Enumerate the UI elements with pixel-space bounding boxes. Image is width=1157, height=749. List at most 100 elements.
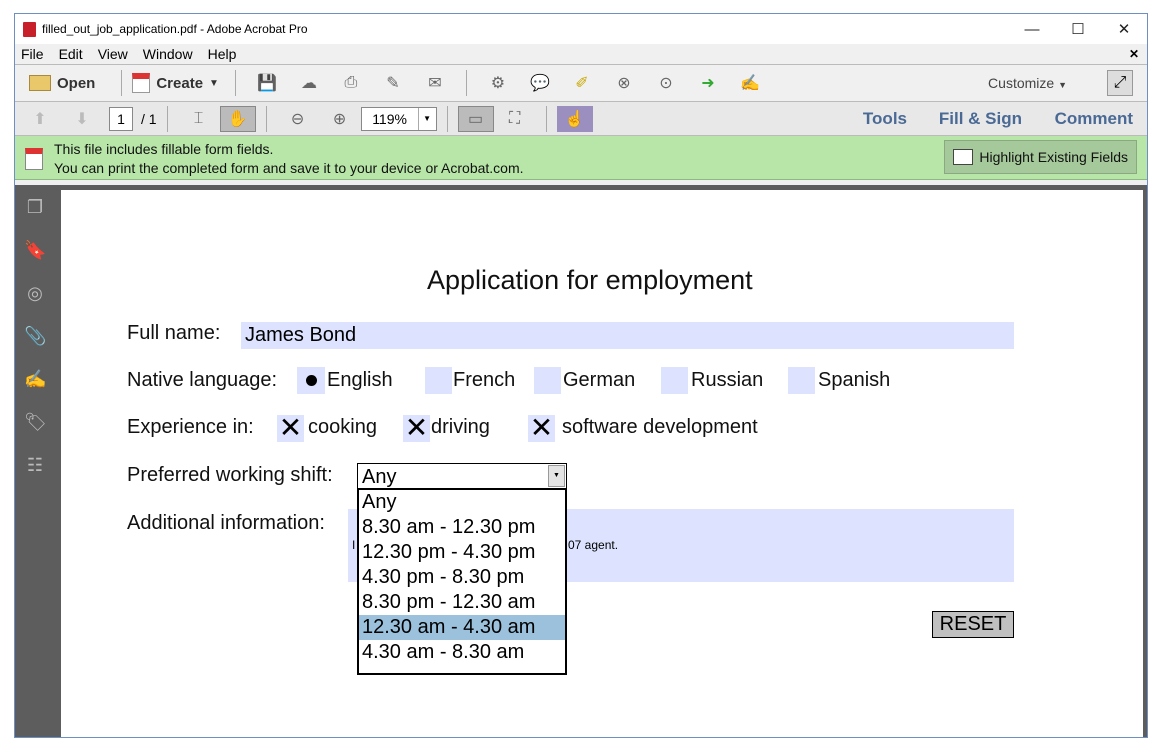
divider (446, 105, 448, 132)
form-title: Application for employment (427, 265, 753, 295)
form-notice-bar: This file includes fillable form fields.… (15, 136, 1147, 180)
previous-page-icon[interactable]: ⬆ (29, 109, 51, 129)
radio-russian[interactable] (661, 367, 688, 394)
print-icon[interactable]: ⎙ (340, 73, 362, 93)
comment-tab[interactable]: Comment (1055, 109, 1133, 129)
divider (265, 105, 267, 132)
experience-label-software: software development (562, 416, 758, 438)
shift-option[interactable]: 8.30 pm - 12.30 am (359, 590, 565, 615)
highlight-icon[interactable]: ✐ (571, 73, 593, 93)
tags-icon[interactable]: 🏷 (24, 412, 47, 434)
delete-page-icon[interactable]: ⊗ (613, 73, 635, 93)
radio-selected-dot (306, 375, 317, 386)
divider (545, 105, 547, 132)
fit-page-icon[interactable]: ⛶ (504, 109, 526, 129)
menu-view[interactable]: View (98, 46, 128, 62)
zoom-in-icon[interactable]: ⊕ (329, 109, 351, 129)
chevron-down-icon[interactable]: ▼ (417, 107, 436, 130)
window-title: filled_out_job_application.pdf - Adobe A… (42, 22, 308, 36)
experience-label: Experience in: (127, 416, 254, 438)
page-number-input[interactable]: 1 (109, 106, 133, 131)
language-label-german: German (563, 369, 636, 391)
language-label-russian: Russian (691, 369, 764, 391)
highlight-fields-button[interactable]: Highlight Existing Fields (944, 140, 1137, 174)
attachments-icon[interactable]: 📎 (24, 326, 46, 348)
tools-tab[interactable]: Tools (863, 109, 907, 129)
divider (121, 70, 123, 96)
create-button[interactable]: Create ▼ (132, 73, 219, 93)
attach-icon[interactable]: ⊙ (655, 73, 677, 93)
highlight-fields-icon (953, 149, 974, 165)
experience-label-driving: driving (431, 416, 490, 438)
radio-german[interactable] (534, 367, 561, 394)
shift-label: Preferred working shift: (127, 464, 333, 486)
shift-option[interactable]: 12.30 pm - 4.30 pm (359, 540, 565, 565)
radio-french[interactable] (425, 367, 452, 394)
create-pdf-icon (132, 73, 151, 93)
checkbox-software-development[interactable]: ✕ (528, 414, 555, 442)
menu-window[interactable]: Window (143, 46, 193, 62)
language-label-english: English (327, 369, 393, 391)
next-page-icon[interactable]: ⬇ (71, 109, 93, 129)
shift-option-highlighted[interactable]: 12.30 am - 4.30 am (359, 615, 565, 640)
shift-select[interactable]: Any ▼ (357, 463, 567, 490)
pdf-icon (23, 21, 36, 37)
reset-button[interactable]: RESET (932, 611, 1014, 638)
customize-dropdown[interactable]: Customize ▼ (988, 75, 1067, 91)
maximize-button[interactable]: ☐ (1055, 14, 1101, 44)
export-icon[interactable]: ➜ (697, 73, 719, 93)
navigation-pane: ❐ 🔖 ◎ 📎 ✍ 🏷 ☷ (15, 185, 55, 737)
signatures-icon[interactable]: ✍ (24, 369, 46, 391)
folder-icon (29, 75, 51, 91)
edit-document-icon[interactable]: ✎ (382, 73, 404, 93)
open-button[interactable]: Open (29, 75, 95, 92)
shift-option[interactable]: 8.30 am - 12.30 pm (359, 515, 565, 540)
minimize-button[interactable]: — (1009, 14, 1055, 44)
radio-spanish[interactable] (788, 367, 815, 394)
save-icon[interactable]: 💾 (256, 73, 278, 93)
menu-file[interactable]: File (21, 46, 44, 62)
full-name-field[interactable]: James Bond (241, 322, 1014, 349)
menu-bar: File Edit View Window Help ✕ (15, 44, 1147, 64)
content-icon[interactable]: ☷ (24, 455, 46, 477)
bookmarks-icon[interactable]: 🔖 (24, 240, 46, 262)
checkbox-driving[interactable]: ✕ (403, 414, 430, 442)
fill-sign-tab[interactable]: Fill & Sign (939, 109, 1022, 129)
shift-option[interactable]: Any (359, 490, 565, 515)
language-label-french: French (453, 369, 516, 391)
navigation-toolbar: ⬆ ⬇ 1 / 1 ⌶ ✋ ⊖ ⊕ 119% ▼ ▭ ⛶ ☝ Tools Fill… (15, 102, 1147, 136)
radio-english[interactable] (297, 367, 325, 394)
layers-icon[interactable]: ◎ (24, 283, 46, 305)
sign-icon[interactable]: ✍ (739, 73, 761, 93)
checkbox-cooking[interactable]: ✕ (277, 414, 304, 442)
expand-icon[interactable]: ⤢ (1107, 70, 1133, 96)
touch-mode-icon[interactable]: ☝ (556, 105, 593, 132)
page-total: / 1 (141, 110, 157, 127)
hand-tool-icon[interactable]: ✋ (219, 105, 256, 132)
zoom-select[interactable]: 119% ▼ (360, 106, 437, 131)
shift-option[interactable]: 4.30 am - 8.30 am (359, 640, 565, 665)
zoom-out-icon[interactable]: ⊖ (287, 109, 309, 129)
shift-dropdown-list: Any 8.30 am - 12.30 pm 12.30 pm - 4.30 p… (357, 488, 567, 675)
title-bar: filled_out_job_application.pdf - Adobe A… (15, 14, 1147, 44)
chevron-down-icon[interactable]: ▼ (548, 465, 565, 487)
experience-label-cooking: cooking (308, 416, 377, 438)
menu-help[interactable]: Help (208, 46, 237, 62)
settings-icon[interactable]: ⚙ (487, 73, 509, 93)
menu-edit[interactable]: Edit (59, 46, 83, 62)
cloud-upload-icon[interactable]: ☁ (298, 73, 320, 93)
select-tool-icon[interactable]: ⌶ (188, 109, 210, 129)
close-document-icon[interactable]: ✕ (1129, 47, 1139, 61)
pages-icon[interactable]: ❐ (24, 197, 46, 219)
comment-icon[interactable]: 💬 (529, 73, 551, 93)
fit-width-icon[interactable]: ▭ (457, 105, 494, 132)
email-icon[interactable]: ✉ (424, 73, 446, 93)
full-name-label: Full name: (127, 322, 221, 344)
close-button[interactable]: ✕ (1101, 14, 1147, 44)
main-toolbar: Open Create ▼ 💾 ☁ ⎙ ✎ ✉ ⚙ 💬 ✐ ⊗ ⊙ ➜ ✍ Cus… (15, 64, 1147, 102)
form-icon (25, 148, 43, 170)
divider (234, 70, 236, 96)
shift-option[interactable]: 4.30 pm - 8.30 pm (359, 565, 565, 590)
divider (166, 105, 168, 132)
additional-info-label: Additional information: (127, 512, 325, 534)
